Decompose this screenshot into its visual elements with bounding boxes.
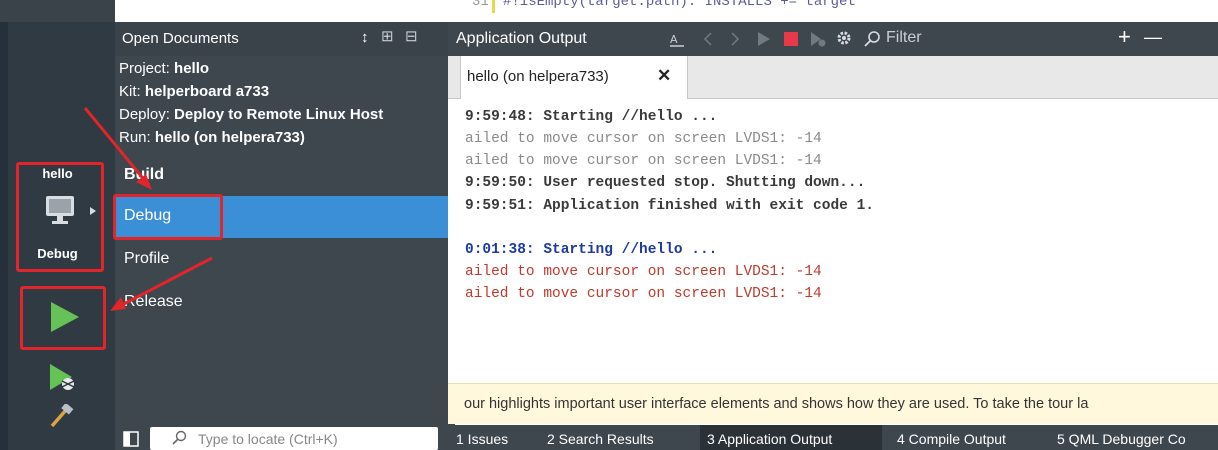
log-line: 9:59:48: Starting //hello ... bbox=[465, 109, 718, 125]
code-editor-strip: 31 #!isEmpty(target.path): INSTALLS += t… bbox=[448, 0, 1218, 22]
close-icon[interactable]: ✕ bbox=[657, 66, 671, 86]
bottom-tab-qml-debugger[interactable]: 5 QML Debugger Co bbox=[1057, 431, 1186, 447]
attach-debugger-icon[interactable] bbox=[810, 31, 826, 47]
log-line: 9:59:51: Application finished with exit … bbox=[465, 198, 874, 214]
log-line: 9:59:50: User requested stop. Shutting d… bbox=[465, 175, 866, 191]
log-line: ailed to move cursor on screen LVDS1: -1… bbox=[465, 153, 822, 169]
search-icon bbox=[864, 31, 880, 47]
application-output-title: Application Output bbox=[456, 30, 587, 47]
previous-icon[interactable] bbox=[703, 32, 713, 46]
locator-input[interactable]: Type to locate (Ctrl+K) bbox=[150, 427, 438, 450]
ui-tour-text: our highlights important user interface … bbox=[464, 396, 1089, 412]
ui-tour-banner: our highlights important user interface … bbox=[448, 383, 1218, 424]
minimize-icon[interactable]: — bbox=[1144, 27, 1162, 48]
bottom-tab-search-results[interactable]: 2 Search Results bbox=[547, 431, 654, 447]
output-tab-hello[interactable]: hello (on helpera733) ✕ bbox=[460, 56, 688, 99]
log-line: ailed to move cursor on screen LVDS1: -1… bbox=[465, 264, 822, 280]
log-line: ailed to move cursor on screen LVDS1: -1… bbox=[465, 286, 822, 302]
output-tab-label: hello (on helpera733) bbox=[467, 68, 609, 85]
locator-placeholder: Type to locate (Ctrl+K) bbox=[198, 431, 338, 447]
add-icon[interactable]: + bbox=[1118, 24, 1131, 50]
stop-icon[interactable] bbox=[783, 31, 799, 47]
settings-gear-icon[interactable] bbox=[836, 30, 852, 46]
bottom-tab-application-output[interactable]: 3 Application Output bbox=[707, 431, 832, 447]
search-icon bbox=[172, 430, 187, 445]
code-line-text: #!isEmpty(target.path): INSTALLS += targ… bbox=[503, 0, 856, 10]
rerun-icon[interactable] bbox=[757, 31, 771, 47]
code-line-number: 31 bbox=[472, 0, 489, 10]
log-line: ailed to move cursor on screen LVDS1: -1… bbox=[465, 131, 822, 147]
code-change-marker bbox=[492, 0, 495, 13]
word-wrap-icon[interactable]: A bbox=[670, 32, 684, 48]
bottom-tab-issues[interactable]: 1 Issues bbox=[456, 431, 508, 447]
bottom-tab-compile-output[interactable]: 4 Compile Output bbox=[897, 431, 1006, 447]
filter-input[interactable]: Filter bbox=[860, 26, 1110, 52]
filter-placeholder: Filter bbox=[886, 29, 922, 46]
application-output-toolbar: Application Output A Filter + — bbox=[448, 22, 1218, 56]
next-icon[interactable] bbox=[730, 32, 740, 46]
svg-text:A: A bbox=[670, 33, 678, 46]
annotation-arrows bbox=[83, 107, 213, 311]
toggle-sidebar-icon[interactable] bbox=[123, 431, 139, 447]
log-line: 0:01:38: Starting //hello ... bbox=[465, 242, 718, 258]
